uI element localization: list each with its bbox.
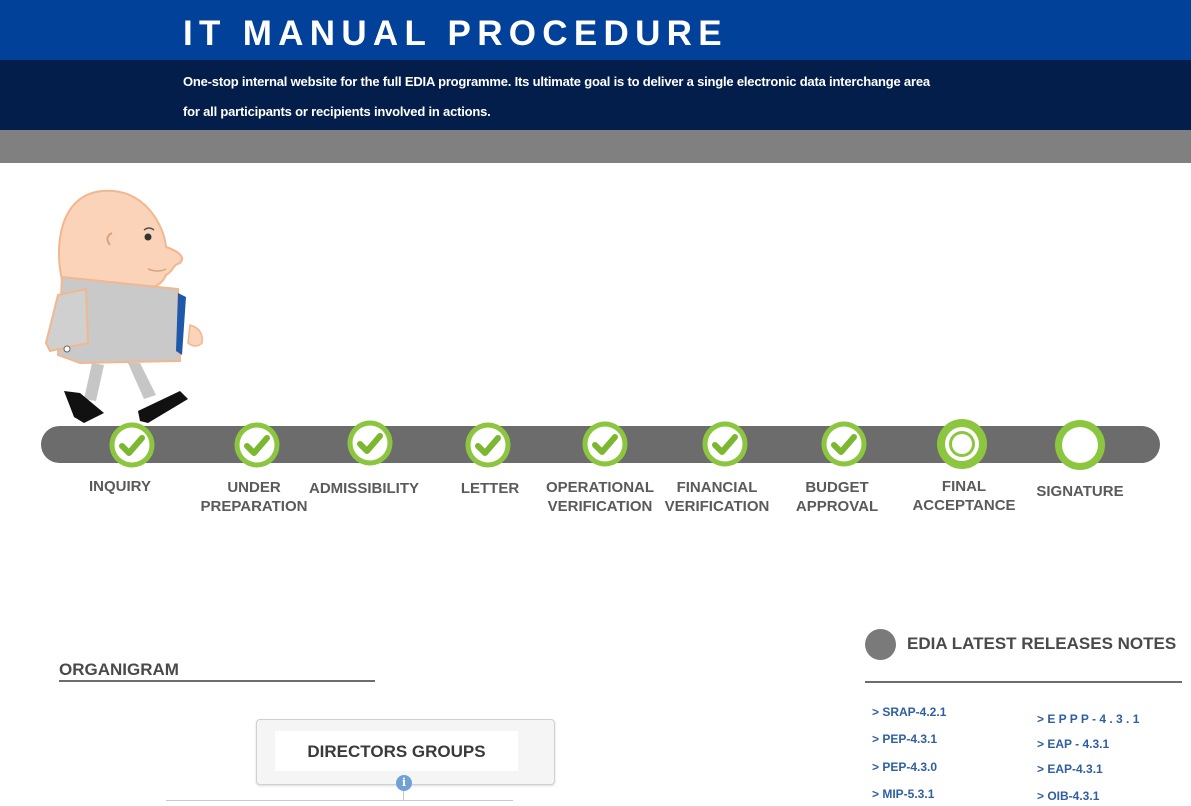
header-description-panel [0,60,1191,130]
release-link-pep-4-3-1[interactable]: > PEP-4.3.1 [872,732,937,746]
info-icon[interactable]: i [396,775,412,791]
header-description-line-2: for all participants or recipients invol… [183,104,491,119]
current-step-ring-icon [937,419,987,469]
release-link-pep-4-3-0[interactable]: > PEP-4.3.0 [872,760,937,774]
check-icon [465,422,511,468]
step-label-line-1: FINANCIAL [676,479,758,496]
check-icon [821,421,867,467]
step-label-line-2: VERIFICATION [664,498,770,515]
release-link-eap-4-3-1-b[interactable]: > EAP-4.3.1 [1037,762,1103,776]
step-label-line-1: INQUIRY [89,478,151,495]
directors-groups-label: DIRECTORS GROUPS [307,742,486,761]
step-label-line-2: APPROVAL [795,498,879,515]
bullet-dot-icon [865,629,896,660]
step-label-line-1: ADMISSIBILITY [308,480,419,497]
mascot-figure [44,189,203,423]
releases-divider [865,681,1182,683]
releases-title: EDIA LATEST RELEASES NOTES [907,634,1177,653]
header-description-line-1: One-stop internal website for the full E… [183,74,930,89]
organigram-title: ORGANIGRAM [59,660,179,679]
check-icon [582,421,628,467]
step-label-line-1: SIGNATURE [1036,483,1124,500]
check-icon [347,420,393,466]
release-link-oib-4-3-1[interactable]: > OIB-4.3.1 [1037,789,1099,803]
step-label-line-1: BUDGET [805,479,869,496]
release-link-mip-5-3-1[interactable]: > MIP-5.3.1 [872,787,934,801]
release-link-srap-4-2-1[interactable]: > SRAP-4.2.1 [872,705,946,719]
release-link-eppp-4-3-1[interactable]: > E P P P - 4 . 3 . 1 [1037,712,1139,726]
check-icon [234,422,280,468]
check-icon [109,422,155,468]
organigram-branch-line [166,800,513,801]
page-title: IT MANUAL PROCEDURE [183,14,728,53]
organigram-divider [59,680,375,682]
nav-band [0,130,1191,163]
step-label-line-2: PREPARATION [200,498,308,515]
check-icon [702,421,748,467]
release-link-eap-4-3-1[interactable]: > EAP - 4.3.1 [1037,737,1109,751]
pending-step-ring-icon [1055,420,1105,470]
